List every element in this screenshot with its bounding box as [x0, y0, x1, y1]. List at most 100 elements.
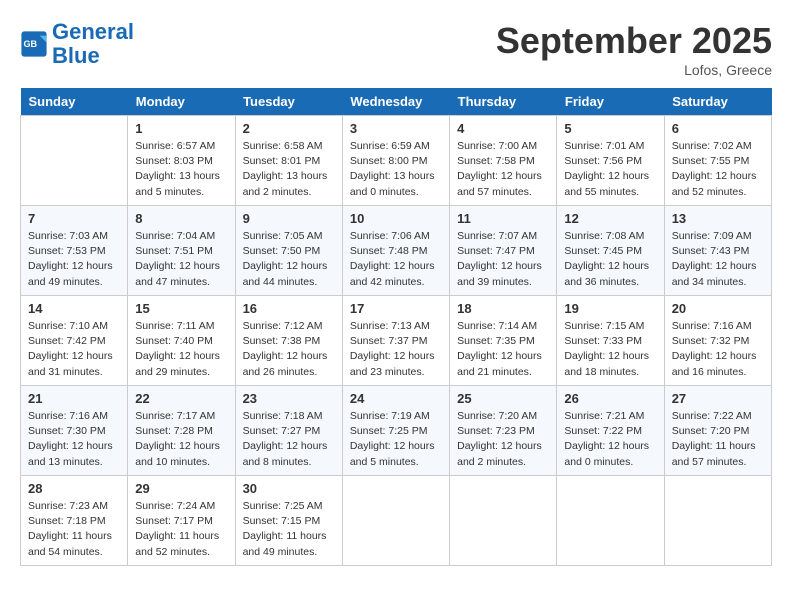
calendar-cell: 14 Sunrise: 7:10 AMSunset: 7:42 PMDayligh… [21, 296, 128, 386]
col-friday: Friday [557, 88, 664, 116]
calendar-cell: 16Sunrise: 7:12 AMSunset: 7:38 PMDayligh… [235, 296, 342, 386]
day-number: 9 [243, 211, 335, 226]
day-info: Sunrise: 7:07 AMSunset: 7:47 PMDaylight:… [457, 229, 549, 290]
day-number: 11 [457, 211, 549, 226]
calendar-cell: 28 Sunrise: 7:23 AMSunset: 7:18 PMDayligh… [21, 476, 128, 566]
day-info: Sunrise: 7:02 AMSunset: 7:55 PMDaylight:… [672, 139, 764, 200]
day-info: Sunrise: 7:17 AMSunset: 7:28 PMDaylight:… [135, 409, 227, 470]
calendar-cell: 1 Sunrise: 6:57 AMSunset: 8:03 PMDaylight… [128, 116, 235, 206]
calendar-cell: 7 Sunrise: 7:03 AMSunset: 7:53 PMDaylight… [21, 206, 128, 296]
location: Lofos, Greece [496, 62, 772, 78]
day-number: 6 [672, 121, 764, 136]
day-info: Sunrise: 7:09 AMSunset: 7:43 PMDaylight:… [672, 229, 764, 290]
calendar-cell: 26 Sunrise: 7:21 AMSunset: 7:22 PMDayligh… [557, 386, 664, 476]
calendar-cell: 23 Sunrise: 7:18 AMSunset: 7:27 PMDayligh… [235, 386, 342, 476]
calendar-week-3: 14 Sunrise: 7:10 AMSunset: 7:42 PMDayligh… [21, 296, 772, 386]
calendar-cell: 22Sunrise: 7:17 AMSunset: 7:28 PMDayligh… [128, 386, 235, 476]
calendar-cell: 15 Sunrise: 7:11 AMSunset: 7:40 PMDayligh… [128, 296, 235, 386]
logo: GB General Blue [20, 20, 134, 68]
day-number: 17 [350, 301, 442, 316]
calendar-cell [557, 476, 664, 566]
calendar-cell: 12Sunrise: 7:08 AMSunset: 7:45 PMDayligh… [557, 206, 664, 296]
calendar-cell: 13 Sunrise: 7:09 AMSunset: 7:43 PMDayligh… [664, 206, 771, 296]
calendar-cell: 2 Sunrise: 6:58 AMSunset: 8:01 PMDaylight… [235, 116, 342, 206]
day-number: 21 [28, 391, 120, 406]
day-number: 30 [243, 481, 335, 496]
day-number: 24 [350, 391, 442, 406]
svg-text:GB: GB [24, 39, 38, 49]
day-info: Sunrise: 7:19 AMSunset: 7:25 PMDaylight:… [350, 409, 442, 470]
calendar-cell: 10 Sunrise: 7:06 AMSunset: 7:48 PMDayligh… [342, 206, 449, 296]
day-info: Sunrise: 7:13 AMSunset: 7:37 PMDaylight:… [350, 319, 442, 380]
calendar-cell [450, 476, 557, 566]
calendar-cell: 11 Sunrise: 7:07 AMSunset: 7:47 PMDayligh… [450, 206, 557, 296]
logo-icon: GB [20, 30, 48, 58]
day-number: 1 [135, 121, 227, 136]
day-info: Sunrise: 6:57 AMSunset: 8:03 PMDaylight:… [135, 139, 227, 200]
day-info: Sunrise: 7:12 AMSunset: 7:38 PMDaylight:… [243, 319, 335, 380]
day-number: 14 [28, 301, 120, 316]
calendar-cell [664, 476, 771, 566]
calendar-cell [342, 476, 449, 566]
calendar-cell: 3 Sunrise: 6:59 AMSunset: 8:00 PMDaylight… [342, 116, 449, 206]
day-info: Sunrise: 7:23 AMSunset: 7:18 PMDaylight:… [28, 499, 120, 560]
calendar-cell: 8Sunrise: 7:04 AMSunset: 7:51 PMDaylight… [128, 206, 235, 296]
page-header: GB General Blue September 2025 Lofos, Gr… [20, 20, 772, 78]
title-block: September 2025 Lofos, Greece [496, 20, 772, 78]
day-info: Sunrise: 7:22 AMSunset: 7:20 PMDaylight:… [672, 409, 764, 470]
day-info: Sunrise: 6:58 AMSunset: 8:01 PMDaylight:… [243, 139, 335, 200]
day-info: Sunrise: 7:11 AMSunset: 7:40 PMDaylight:… [135, 319, 227, 380]
day-number: 18 [457, 301, 549, 316]
day-number: 20 [672, 301, 764, 316]
calendar-cell: 6 Sunrise: 7:02 AMSunset: 7:55 PMDaylight… [664, 116, 771, 206]
day-number: 13 [672, 211, 764, 226]
calendar-cell: 27 Sunrise: 7:22 AMSunset: 7:20 PMDayligh… [664, 386, 771, 476]
day-info: Sunrise: 7:25 AMSunset: 7:15 PMDaylight:… [243, 499, 335, 560]
month-title: September 2025 [496, 20, 772, 62]
calendar-week-2: 7 Sunrise: 7:03 AMSunset: 7:53 PMDaylight… [21, 206, 772, 296]
logo-blue: Blue [52, 43, 100, 68]
calendar-cell: 21Sunrise: 7:16 AMSunset: 7:30 PMDayligh… [21, 386, 128, 476]
day-info: Sunrise: 7:14 AMSunset: 7:35 PMDaylight:… [457, 319, 549, 380]
day-number: 10 [350, 211, 442, 226]
calendar-cell: 24 Sunrise: 7:19 AMSunset: 7:25 PMDayligh… [342, 386, 449, 476]
calendar-cell: 30 Sunrise: 7:25 AMSunset: 7:15 PMDayligh… [235, 476, 342, 566]
col-sunday: Sunday [21, 88, 128, 116]
day-info: Sunrise: 6:59 AMSunset: 8:00 PMDaylight:… [350, 139, 442, 200]
col-tuesday: Tuesday [235, 88, 342, 116]
day-number: 23 [243, 391, 335, 406]
day-info: Sunrise: 7:00 AMSunset: 7:58 PMDaylight:… [457, 139, 549, 200]
day-info: Sunrise: 7:21 AMSunset: 7:22 PMDaylight:… [564, 409, 656, 470]
calendar-cell: 18 Sunrise: 7:14 AMSunset: 7:35 PMDayligh… [450, 296, 557, 386]
day-number: 27 [672, 391, 764, 406]
day-number: 19 [564, 301, 656, 316]
calendar-table: Sunday Monday Tuesday Wednesday Thursday… [20, 88, 772, 566]
day-number: 4 [457, 121, 549, 136]
calendar-cell: 5Sunrise: 7:01 AMSunset: 7:56 PMDaylight… [557, 116, 664, 206]
day-number: 2 [243, 121, 335, 136]
day-number: 25 [457, 391, 549, 406]
day-number: 26 [564, 391, 656, 406]
day-info: Sunrise: 7:05 AMSunset: 7:50 PMDaylight:… [243, 229, 335, 290]
calendar-cell [21, 116, 128, 206]
day-info: Sunrise: 7:10 AMSunset: 7:42 PMDaylight:… [28, 319, 120, 380]
header-row: Sunday Monday Tuesday Wednesday Thursday… [21, 88, 772, 116]
day-number: 7 [28, 211, 120, 226]
col-wednesday: Wednesday [342, 88, 449, 116]
day-info: Sunrise: 7:20 AMSunset: 7:23 PMDaylight:… [457, 409, 549, 470]
calendar-week-1: 1 Sunrise: 6:57 AMSunset: 8:03 PMDaylight… [21, 116, 772, 206]
calendar-cell: 25 Sunrise: 7:20 AMSunset: 7:23 PMDayligh… [450, 386, 557, 476]
day-number: 15 [135, 301, 227, 316]
day-info: Sunrise: 7:03 AMSunset: 7:53 PMDaylight:… [28, 229, 120, 290]
col-monday: Monday [128, 88, 235, 116]
logo-general: General [52, 19, 134, 44]
calendar-week-5: 28 Sunrise: 7:23 AMSunset: 7:18 PMDayligh… [21, 476, 772, 566]
day-info: Sunrise: 7:16 AMSunset: 7:32 PMDaylight:… [672, 319, 764, 380]
calendar-cell: 9 Sunrise: 7:05 AMSunset: 7:50 PMDaylight… [235, 206, 342, 296]
day-number: 28 [28, 481, 120, 496]
day-info: Sunrise: 7:18 AMSunset: 7:27 PMDaylight:… [243, 409, 335, 470]
day-info: Sunrise: 7:04 AMSunset: 7:51 PMDaylight:… [135, 229, 227, 290]
day-info: Sunrise: 7:06 AMSunset: 7:48 PMDaylight:… [350, 229, 442, 290]
col-thursday: Thursday [450, 88, 557, 116]
day-number: 3 [350, 121, 442, 136]
